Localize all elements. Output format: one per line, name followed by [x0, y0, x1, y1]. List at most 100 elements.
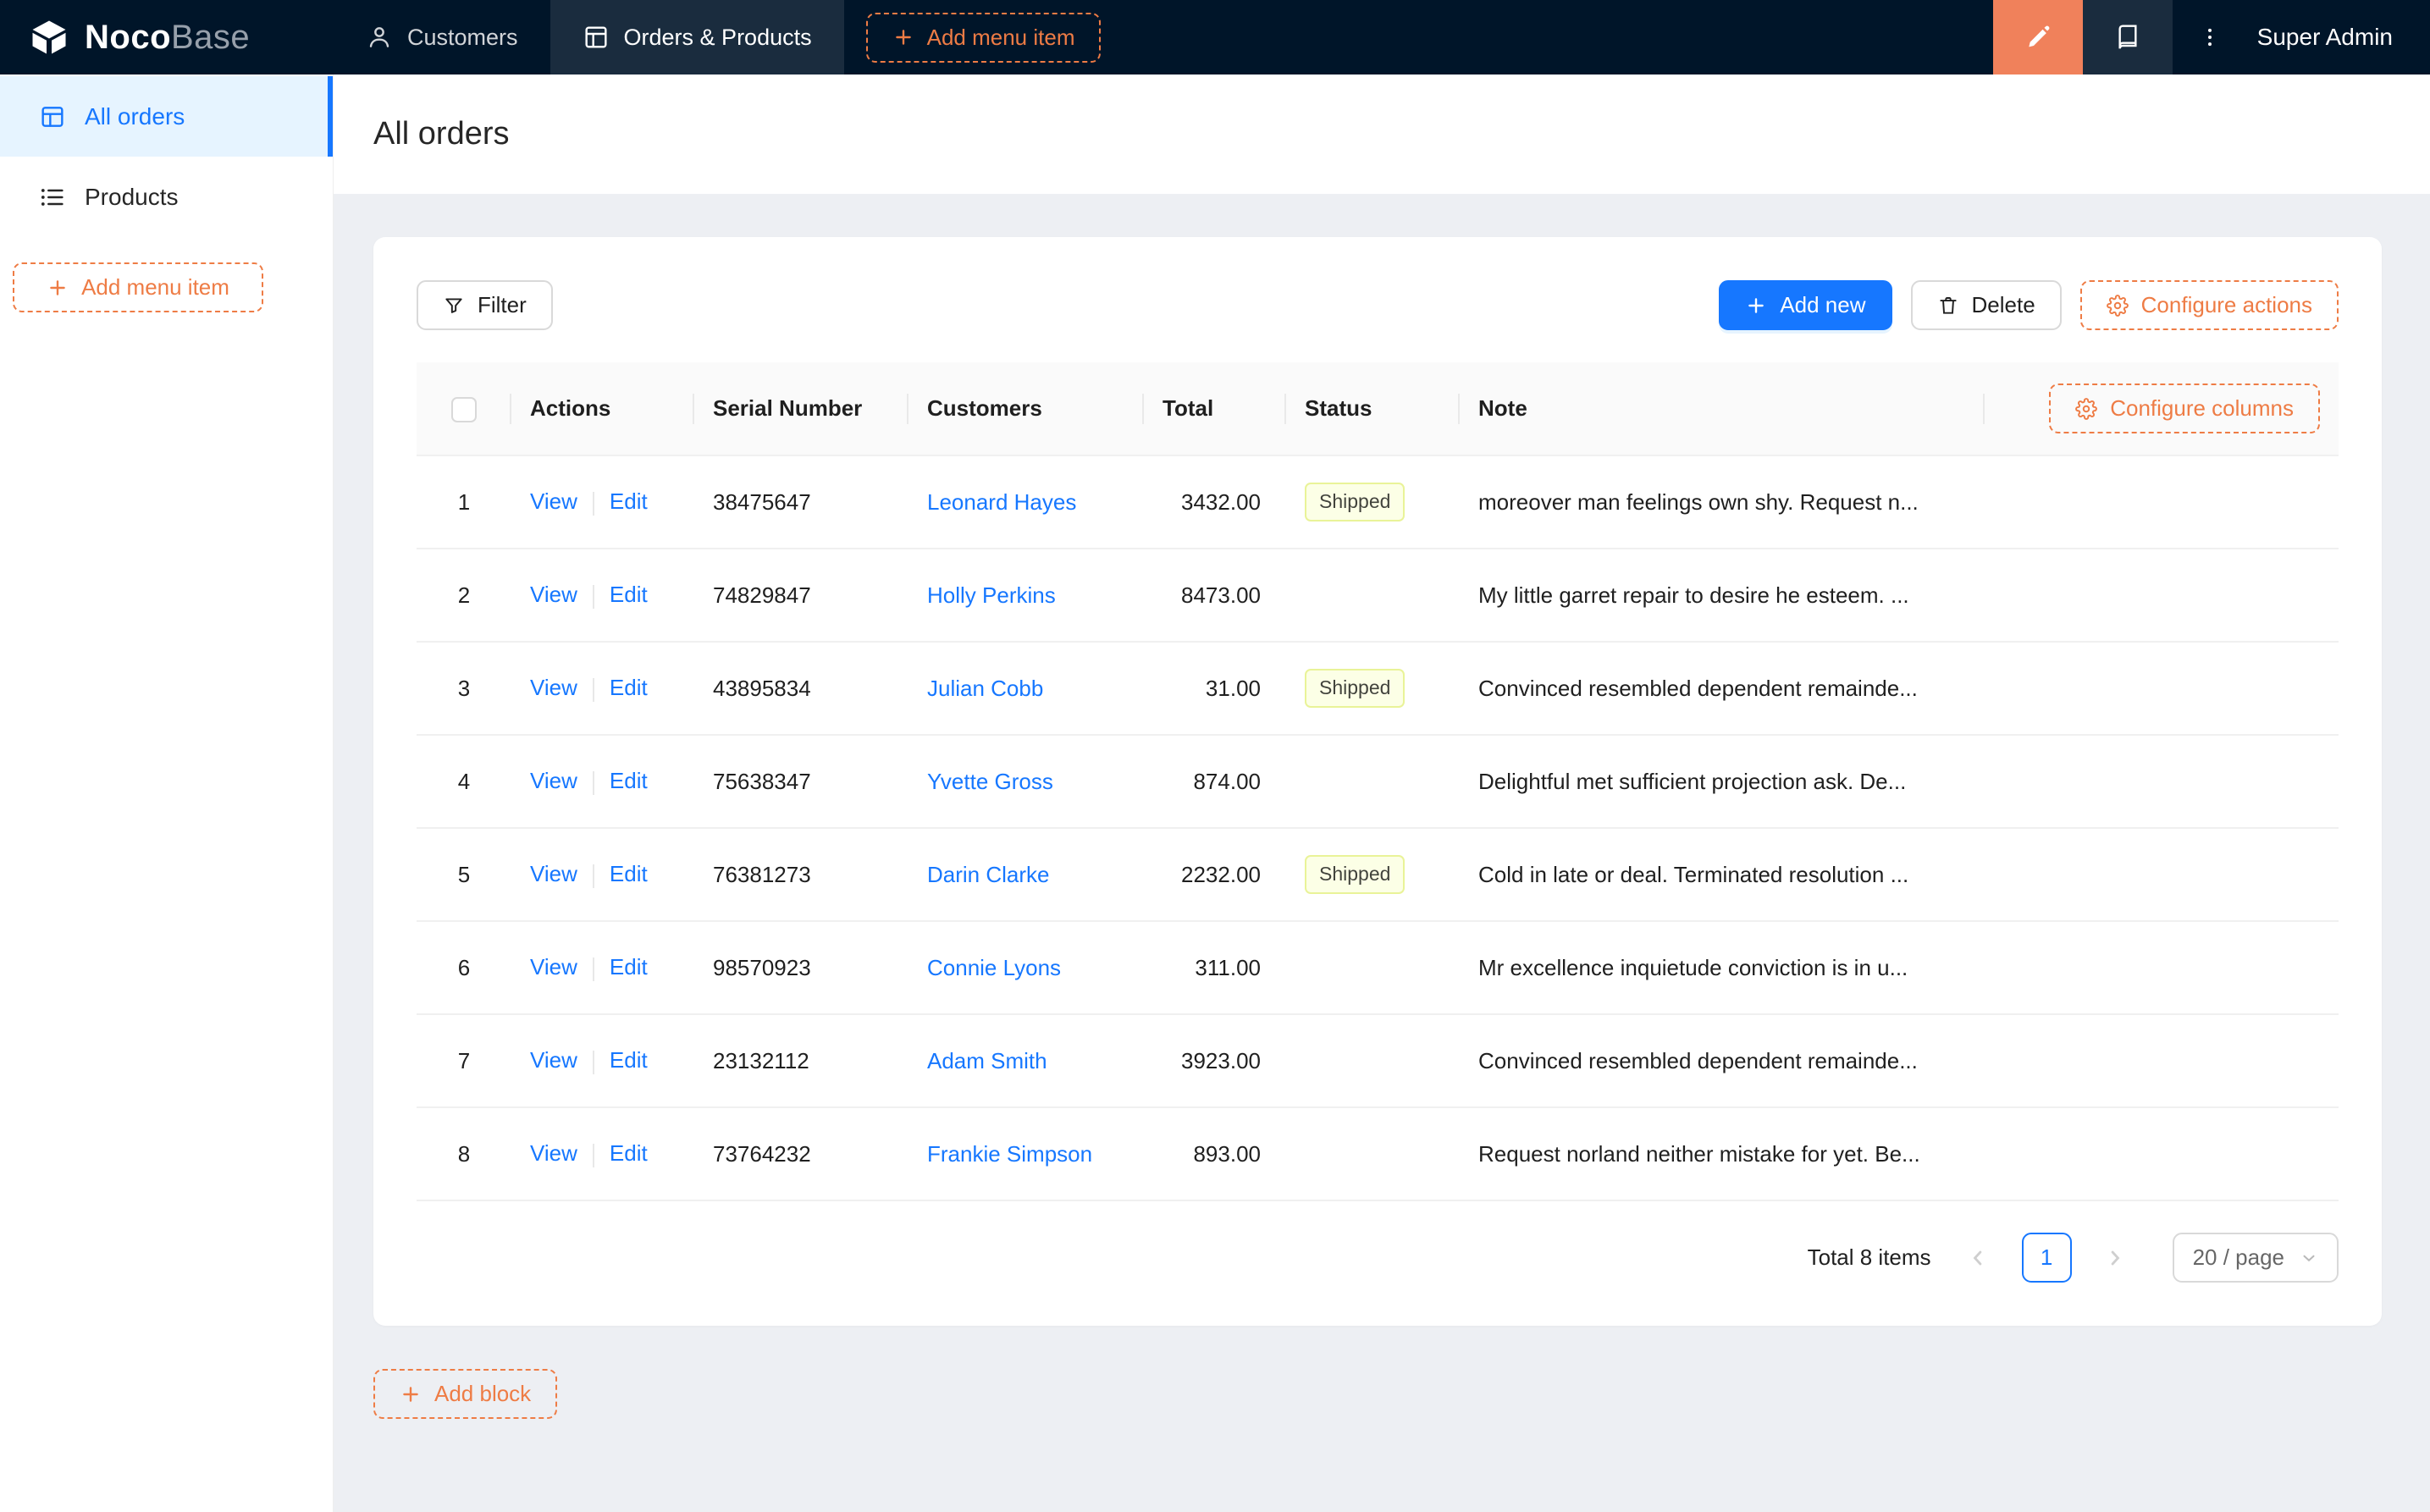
customer-link[interactable]: Julian Cobb — [927, 676, 1043, 701]
total-cell: 3432.00 — [1144, 455, 1286, 549]
vertical-ellipsis-icon — [2207, 28, 2212, 47]
logo-text: NocoBase — [85, 19, 250, 57]
note-cell: moreover man feelings own shy. Request n… — [1460, 455, 1985, 549]
action-divider — [592, 1050, 594, 1074]
table-row: 6 View Edit 98570923 Connie Lyons 311.00 … — [417, 921, 2339, 1015]
view-link[interactable]: View — [530, 768, 577, 793]
plus-icon — [50, 279, 65, 295]
view-link[interactable]: View — [530, 954, 577, 979]
view-link[interactable]: View — [530, 1140, 577, 1166]
status-badge: Shipped — [1305, 669, 1406, 708]
total-cell: 31.00 — [1144, 642, 1286, 736]
action-divider — [592, 1143, 594, 1167]
customer-link[interactable]: Yvette Gross — [927, 769, 1053, 794]
sidebar-add-menu-item-button[interactable]: Add menu item — [13, 262, 263, 312]
filter-button[interactable]: Filter — [417, 280, 553, 330]
logo-text-light: Base — [171, 18, 251, 56]
table-row: 1 View Edit 38475647 Leonard Hayes 3432.0… — [417, 455, 2339, 549]
action-divider — [592, 584, 594, 609]
view-link[interactable]: View — [530, 675, 577, 700]
table-toolbar: Filter Add new Delete Configure actions — [417, 280, 2339, 330]
chevron-down-icon — [2303, 1255, 2315, 1261]
filter-label: Filter — [478, 292, 527, 317]
view-link[interactable]: View — [530, 861, 577, 886]
note-cell: Cold in late or deal. Terminated resolut… — [1460, 828, 1985, 922]
serial-number-cell: 73764232 — [694, 1107, 908, 1201]
edit-link[interactable]: Edit — [610, 1047, 648, 1073]
configure-actions-button[interactable]: Configure actions — [2079, 280, 2339, 330]
book-icon — [2118, 25, 2137, 49]
edit-link[interactable]: Edit — [610, 954, 648, 979]
page-size-select[interactable]: 20 / page — [2172, 1233, 2339, 1283]
row-index: 2 — [417, 549, 511, 643]
collections-manager-button[interactable] — [2082, 0, 2173, 74]
delete-button[interactable]: Delete — [1910, 280, 2062, 330]
add-block-button[interactable]: Add block — [373, 1369, 558, 1419]
customer-link[interactable]: Connie Lyons — [927, 955, 1061, 980]
gear-icon — [2075, 397, 2098, 420]
serial-number-cell: 38475647 — [694, 455, 908, 549]
serial-number-cell: 43895834 — [694, 642, 908, 736]
edit-link[interactable]: Edit — [610, 675, 648, 700]
customer-link[interactable]: Adam Smith — [927, 1048, 1047, 1073]
configure-columns-button[interactable]: Configure columns — [2049, 384, 2320, 433]
table-row: 7 View Edit 23132112 Adam Smith 3923.00 C… — [417, 1014, 2339, 1108]
pagination: Total 8 items 1 20 / page — [417, 1233, 2339, 1283]
ui-editor-toggle-button[interactable] — [1992, 0, 2083, 74]
main-area: All orders Filter Add new Delete Configu… — [334, 74, 2430, 1512]
customer-link[interactable]: Darin Clarke — [927, 862, 1050, 887]
configure-columns-label: Configure columns — [2110, 395, 2294, 421]
view-link[interactable]: View — [530, 1047, 577, 1073]
add-new-label: Add new — [1780, 292, 1866, 317]
view-link[interactable]: View — [530, 582, 577, 607]
serial-number-cell: 98570923 — [694, 921, 908, 1015]
customer-link[interactable]: Leonard Hayes — [927, 489, 1076, 515]
note-cell: My little garret repair to desire he est… — [1460, 549, 1985, 643]
nocobase-logo[interactable]: NocoBase — [0, 0, 334, 74]
gear-icon — [2106, 294, 2129, 317]
trash-icon — [1939, 296, 1957, 314]
note-cell: Request norland neither mistake for yet.… — [1460, 1107, 1985, 1201]
products-list-icon — [41, 188, 64, 206]
logo-text-bold: Noco — [85, 18, 171, 56]
note-cell: Delightful met sufficient projection ask… — [1460, 735, 1985, 829]
edit-link[interactable]: Edit — [610, 768, 648, 793]
user-name-label: Super Admin — [2256, 24, 2393, 50]
sidebar-item-products[interactable]: Products — [0, 157, 333, 237]
table-row: 3 View Edit 43895834 Julian Cobb 31.00 Sh… — [417, 642, 2339, 736]
status-badge: Shipped — [1305, 855, 1406, 894]
navbar-add-menu-item-button[interactable]: Add menu item — [865, 12, 1102, 63]
edit-link[interactable]: Edit — [610, 1140, 648, 1166]
more-actions-button[interactable] — [2173, 0, 2247, 74]
serial-number-cell: 76381273 — [694, 828, 908, 922]
customer-link[interactable]: Frankie Simpson — [927, 1141, 1092, 1167]
total-cell: 3923.00 — [1144, 1014, 1286, 1108]
user-menu[interactable]: Super Admin — [2247, 0, 2430, 74]
action-divider — [592, 770, 594, 795]
table-row: 5 View Edit 76381273 Darin Clarke 2232.00… — [417, 828, 2339, 922]
pagination-prev-button[interactable] — [1953, 1233, 2003, 1283]
add-block-label: Add block — [434, 1381, 532, 1406]
edit-link[interactable]: Edit — [610, 488, 648, 514]
nav-item-label: Customers — [407, 24, 518, 50]
customers-icon — [369, 27, 389, 47]
view-link[interactable]: View — [530, 488, 577, 514]
select-all-checkbox[interactable] — [451, 396, 477, 422]
note-cell: Convinced resembled dependent remainde..… — [1460, 642, 1985, 736]
sidebar-item-all-orders[interactable]: All orders — [0, 76, 333, 157]
add-new-button[interactable]: Add new — [1719, 280, 1892, 330]
customer-link[interactable]: Holly Perkins — [927, 582, 1056, 608]
pagination-page-1-button[interactable]: 1 — [2021, 1233, 2072, 1283]
edit-link[interactable]: Edit — [610, 582, 648, 607]
nav-item-orders-products[interactable]: Orders & Products — [550, 0, 844, 74]
column-header-total: Total — [1144, 362, 1286, 456]
add-menu-item-label: Add menu item — [81, 274, 229, 300]
action-divider — [592, 491, 594, 516]
pagination-next-button[interactable] — [2090, 1233, 2140, 1283]
orders-table-card: Filter Add new Delete Configure actions … — [373, 237, 2382, 1326]
row-index: 6 — [417, 921, 511, 1015]
plus-icon — [403, 1386, 418, 1402]
nav-item-customers[interactable]: Customers — [334, 0, 550, 74]
page-title: All orders — [373, 116, 510, 152]
edit-link[interactable]: Edit — [610, 861, 648, 886]
